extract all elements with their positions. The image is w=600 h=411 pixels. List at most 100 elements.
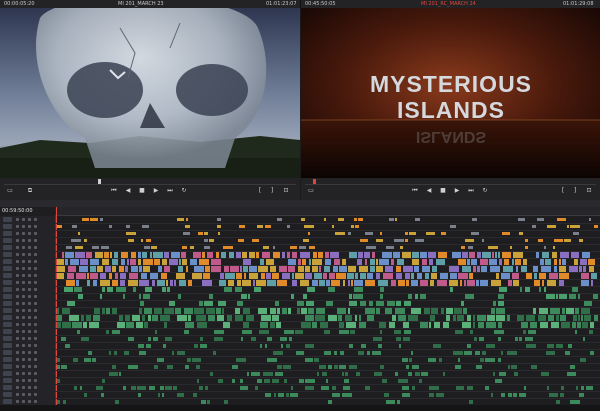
timeline-clip[interactable]: [121, 251, 128, 258]
timeline-clip[interactable]: [80, 258, 88, 265]
timeline-clip[interactable]: [104, 251, 109, 258]
timeline-clip[interactable]: [355, 272, 358, 279]
timeline-clip[interactable]: [498, 357, 501, 362]
timeline-clip[interactable]: [277, 218, 282, 221]
timeline-clip[interactable]: [458, 272, 468, 279]
track-toggle-icon[interactable]: [34, 288, 37, 291]
timeline-clip[interactable]: [581, 307, 590, 314]
timeline-clip[interactable]: [556, 314, 559, 321]
timeline-clip[interactable]: [204, 301, 213, 306]
timeline-clip[interactable]: [194, 307, 204, 314]
timeline-clip[interactable]: [115, 272, 118, 279]
timeline-clip[interactable]: [474, 336, 477, 341]
timeline-clip[interactable]: [360, 272, 366, 279]
timeline-clip[interactable]: [221, 251, 226, 258]
timeline-clip[interactable]: [496, 314, 505, 321]
timeline-clip[interactable]: [533, 265, 538, 272]
timeline-clip[interactable]: [380, 294, 383, 299]
timeline-clip[interactable]: [472, 218, 477, 221]
timeline-clip[interactable]: [79, 265, 88, 272]
timeline-clip[interactable]: [68, 265, 76, 272]
timeline-clip[interactable]: [594, 314, 598, 321]
timeline-clip[interactable]: [485, 357, 495, 362]
timeline-clip[interactable]: [372, 251, 375, 258]
timeline-clip[interactable]: [567, 371, 576, 376]
timeline-clip[interactable]: [458, 357, 460, 362]
timeline-clip[interactable]: [265, 225, 271, 228]
timeline-clip[interactable]: [376, 265, 383, 272]
timeline-clip[interactable]: [305, 314, 314, 321]
timeline-clip[interactable]: [170, 279, 173, 286]
timeline-clip[interactable]: [326, 378, 328, 383]
timeline-clip[interactable]: [260, 258, 264, 265]
track-toggle-icon[interactable]: [22, 379, 25, 382]
timeline-clip[interactable]: [414, 265, 419, 272]
timeline-clip[interactable]: [492, 251, 494, 258]
timeline-clip[interactable]: [488, 246, 498, 249]
track-header[interactable]: [0, 384, 55, 391]
timeline-clip[interactable]: [258, 265, 268, 272]
timeline-clip[interactable]: [236, 357, 246, 362]
timeline-clip[interactable]: [101, 392, 104, 397]
timeline-clip[interactable]: [95, 251, 103, 258]
timeline-clip[interactable]: [149, 385, 155, 390]
track-toggle-icon[interactable]: [28, 379, 31, 382]
timeline-clip[interactable]: [205, 385, 208, 390]
timeline-clip[interactable]: [334, 258, 340, 265]
timeline-clip[interactable]: [301, 321, 311, 328]
timeline-clip[interactable]: [489, 258, 497, 265]
timeline-clip[interactable]: [62, 307, 70, 314]
timeline-clip[interactable]: [436, 392, 444, 397]
timeline-clip[interactable]: [265, 343, 267, 348]
timeline-clip[interactable]: [174, 279, 176, 286]
timeline-clip[interactable]: [571, 251, 579, 258]
timeline-clip[interactable]: [90, 258, 99, 265]
timeline-clip[interactable]: [333, 265, 338, 272]
timeline-clip[interactable]: [367, 272, 373, 279]
timeline-clip[interactable]: [481, 265, 487, 272]
timeline-clip[interactable]: [499, 371, 506, 376]
timeline-clip[interactable]: [200, 343, 207, 348]
track-toggle-icon[interactable]: [28, 365, 31, 368]
timeline-clip[interactable]: [540, 321, 548, 328]
track-toggle-icon[interactable]: [22, 253, 25, 256]
timeline-clip[interactable]: [64, 287, 73, 292]
timeline-clip[interactable]: [328, 399, 332, 404]
timeline-clip[interactable]: [177, 392, 184, 397]
timeline-clip[interactable]: [475, 350, 480, 355]
timeline-clip[interactable]: [240, 378, 243, 383]
timeline-clip[interactable]: [295, 329, 303, 334]
timeline-clip[interactable]: [458, 258, 466, 265]
timeline-clip[interactable]: [478, 321, 484, 328]
timeline-clip[interactable]: [512, 272, 519, 279]
track-toggle-icon[interactable]: [34, 274, 37, 277]
timeline-clip[interactable]: [251, 371, 260, 376]
timeline-clip[interactable]: [232, 364, 238, 369]
track-toggle-icon[interactable]: [22, 274, 25, 277]
timeline-clip[interactable]: [405, 232, 408, 235]
source-clip-name[interactable]: MI 201_MARCH 23: [118, 0, 164, 8]
timeline-clip[interactable]: [246, 314, 254, 321]
timeline-clip[interactable]: [502, 251, 511, 258]
timeline-clip[interactable]: [408, 294, 412, 299]
timeline-clip[interactable]: [542, 251, 549, 258]
timeline-clip[interactable]: [211, 265, 221, 272]
timeline-clip[interactable]: [586, 385, 593, 390]
timeline-clip[interactable]: [240, 265, 242, 272]
timeline-clip[interactable]: [582, 251, 590, 258]
timeline-clip[interactable]: [83, 321, 87, 328]
timeline-clip[interactable]: [205, 265, 210, 272]
timeline-clip[interactable]: [354, 287, 363, 292]
timeline-clip[interactable]: [119, 265, 124, 272]
timeline-clip[interactable]: [136, 321, 143, 328]
timeline-clip[interactable]: [127, 258, 129, 265]
timeline-clip[interactable]: [498, 336, 501, 341]
track-toggle-icon[interactable]: [22, 239, 25, 242]
timeline-clip[interactable]: [550, 307, 560, 314]
timeline-clip[interactable]: [301, 218, 305, 221]
timeline-clip[interactable]: [164, 265, 170, 272]
timeline-clip[interactable]: [541, 265, 551, 272]
timeline-clip[interactable]: [408, 314, 418, 321]
timeline-clip[interactable]: [243, 307, 250, 314]
timeline-clip[interactable]: [332, 385, 336, 390]
